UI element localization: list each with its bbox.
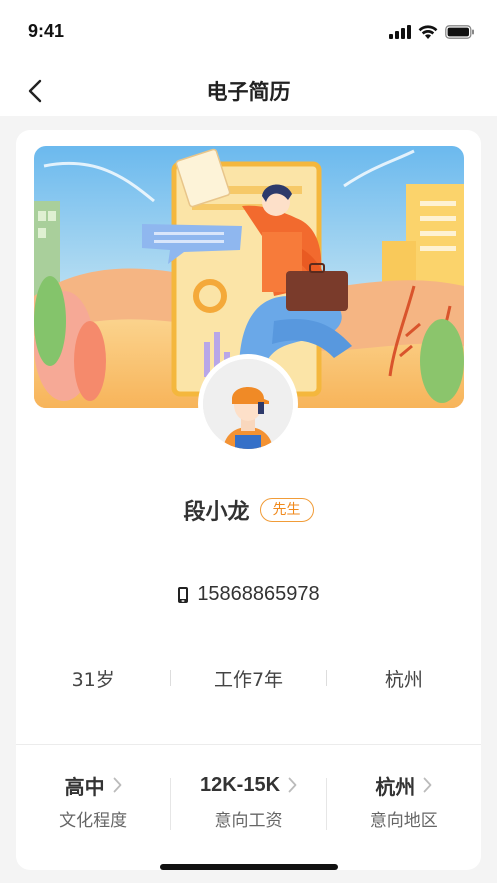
chevron-right-icon: [423, 777, 432, 793]
status-icons: [389, 21, 475, 43]
experience-stat: 工作7年: [213, 668, 284, 691]
battery-icon: [445, 25, 474, 39]
salary-value: 12K-15K: [199, 773, 281, 796]
phone-number[interactable]: 15868865978: [197, 583, 319, 606]
chevron-right-icon: [288, 777, 297, 793]
name-row: 段小龙 先生: [16, 494, 481, 526]
education-value: 高中: [64, 776, 105, 799]
candidate-name: 段小龙: [183, 500, 250, 525]
avatar[interactable]: [203, 359, 293, 449]
info-row: 高中 文化程度 12K-15K 意向工资 杭州 意向地区: [16, 770, 481, 840]
section-divider: [16, 744, 481, 745]
resume-card: 段小龙 先生 15868865978 31岁 工作7年 杭州 高中 文化程度 1…: [16, 130, 481, 870]
signal-icon: [389, 25, 411, 39]
home-indicator: [160, 864, 338, 870]
age-stat: 31岁: [71, 668, 115, 691]
education-label: 文化程度: [59, 811, 128, 831]
region-item[interactable]: 杭州 意向地区: [327, 770, 481, 840]
status-bar: 9:41: [0, 0, 497, 64]
status-time: 9:41: [28, 21, 65, 41]
gender-badge: 先生: [259, 498, 314, 522]
phone-icon: [178, 586, 189, 603]
stats-row: 31岁 工作7年 杭州: [16, 664, 481, 692]
nav-bar: 电子简历: [0, 64, 497, 116]
chevron-right-icon: [113, 777, 122, 793]
page-title: 电子简历: [206, 80, 291, 104]
region-value: 杭州: [375, 776, 416, 799]
wifi-icon: [418, 24, 438, 39]
phone-row[interactable]: 15868865978: [16, 583, 481, 606]
avatar-frame: [198, 354, 298, 454]
salary-item[interactable]: 12K-15K 意向工资: [171, 770, 325, 840]
education-item[interactable]: 高中 文化程度: [16, 770, 170, 840]
location-stat: 杭州: [384, 668, 423, 691]
region-label: 意向地区: [369, 811, 438, 831]
salary-label: 意向工资: [214, 811, 283, 831]
